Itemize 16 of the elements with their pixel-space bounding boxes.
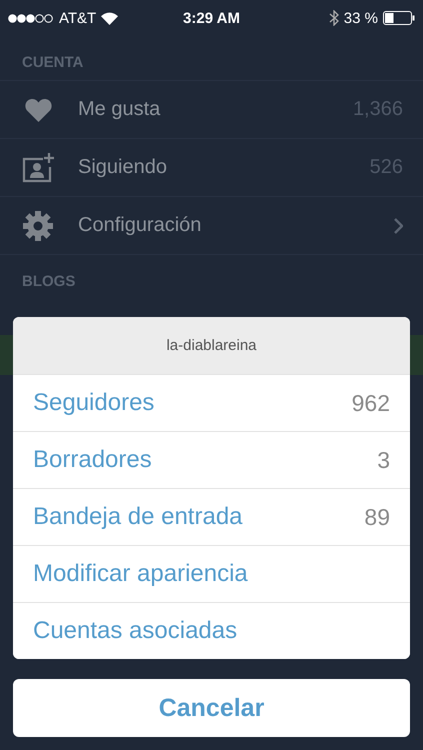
section-heading: CUENTA [21,53,84,73]
add-person-icon [22,152,54,182]
clock-time: 3:29 AM [183,10,240,26]
battery-icon [383,11,415,25]
settings-icon [23,210,53,240]
sheet-option[interactable]: Cuentas asociadas [13,602,410,659]
heart-icon [24,98,52,122]
bluetooth-icon [328,10,339,26]
carrier-name: AT&T [59,10,96,26]
cancel-button[interactable]: Cancelar [13,679,410,737]
battery-percent: 33 % [344,10,378,26]
sheet-title: la-diablareina [13,317,410,374]
wifi-icon [101,12,118,24]
signal-icon [8,14,54,22]
account-item[interactable]: Configuración [0,196,423,254]
section-heading: BLOGS [21,272,76,292]
